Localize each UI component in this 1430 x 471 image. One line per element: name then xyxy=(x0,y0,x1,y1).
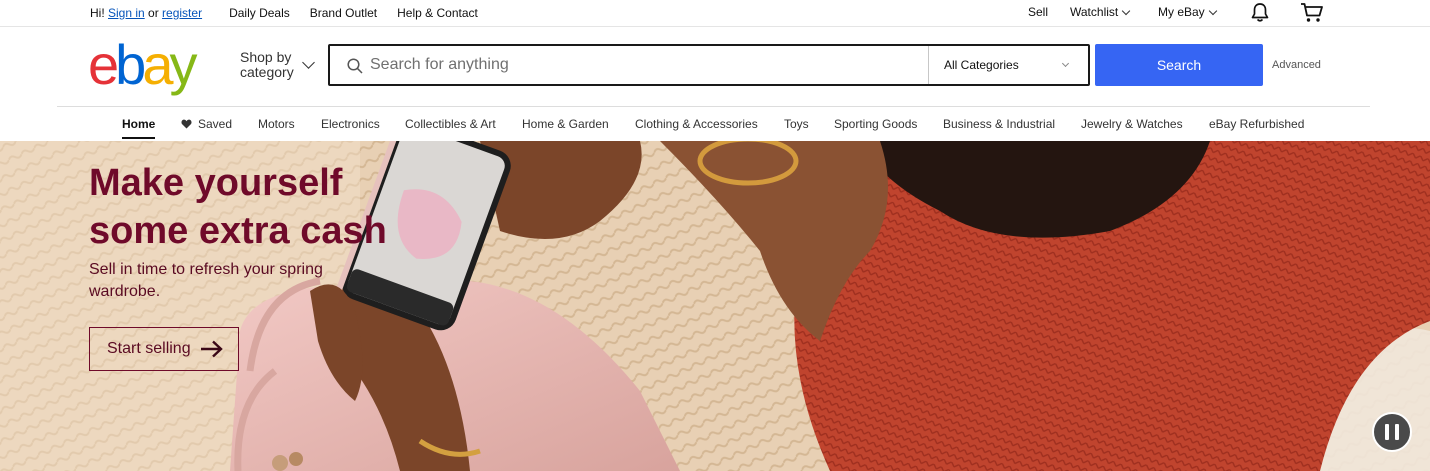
category-label: category xyxy=(240,64,294,80)
greeting: Hi! Sign in or register xyxy=(90,6,202,20)
chevron-down-icon xyxy=(1208,6,1217,15)
pause-icon xyxy=(1395,424,1399,440)
daily-deals-link[interactable]: Daily Deals xyxy=(229,6,290,20)
top-utility-bar: Hi! Sign in or register Daily Deals Bran… xyxy=(0,0,1430,27)
logo-letter-a: a xyxy=(142,33,173,96)
search-button[interactable]: Search xyxy=(1095,44,1263,86)
hero-subtitle: Sell in time to refresh your spring ward… xyxy=(89,261,323,300)
nav-item-saved[interactable]: Saved xyxy=(181,117,232,131)
brand-outlet-link[interactable]: Brand Outlet xyxy=(310,6,377,20)
nav-saved-label: Saved xyxy=(198,117,233,131)
nav-item-business-industrial[interactable]: Business & Industrial xyxy=(943,117,1055,131)
search-input[interactable] xyxy=(370,46,928,84)
greeting-text: Hi! xyxy=(90,6,108,20)
header: ebay Shop by category All Categories Sea… xyxy=(0,28,1430,106)
nav-item-clothing-accessories[interactable]: Clothing & Accessories xyxy=(635,117,758,131)
ebay-logo[interactable]: ebay xyxy=(88,33,197,96)
search-bar: All Categories xyxy=(328,44,1090,86)
logo-letter-b: b xyxy=(115,33,146,96)
nav-item-home[interactable]: Home xyxy=(122,117,156,139)
pause-icon xyxy=(1385,424,1389,440)
nav-item-ebay-refurbished[interactable]: eBay Refurbished xyxy=(1209,117,1304,131)
shop-by-category-button[interactable]: Shop by category xyxy=(240,50,294,80)
chevron-down-icon xyxy=(1061,59,1070,68)
cart-icon[interactable] xyxy=(1300,2,1324,23)
start-selling-button[interactable]: Start selling xyxy=(89,327,239,371)
pause-carousel-button[interactable] xyxy=(1372,412,1412,452)
or-text: or xyxy=(144,6,163,20)
watchlist-menu[interactable]: Watchlist xyxy=(1070,5,1131,19)
logo-letter-e: e xyxy=(88,33,119,96)
chevron-down-icon xyxy=(1121,6,1131,15)
search-icon xyxy=(330,46,370,84)
nav-item-collectibles-art[interactable]: Collectibles & Art xyxy=(405,117,496,131)
sign-in-link[interactable]: Sign in xyxy=(108,6,145,20)
nav-item-jewelry-watches[interactable]: Jewelry & Watches xyxy=(1081,117,1183,131)
my-ebay-menu[interactable]: My eBay xyxy=(1158,5,1217,19)
category-selected-value: All Categories xyxy=(944,58,1019,72)
nav-item-electronics[interactable]: Electronics xyxy=(321,117,380,131)
category-select[interactable]: All Categories xyxy=(928,46,1088,84)
chevron-down-icon[interactable] xyxy=(302,56,315,69)
nav-item-home-garden[interactable]: Home & Garden xyxy=(522,117,609,131)
category-nav: Home Saved Motors Electronics Collectibl… xyxy=(57,106,1370,141)
my-ebay-label: My eBay xyxy=(1158,5,1205,19)
shop-by-label: Shop by xyxy=(240,49,292,65)
register-link[interactable]: register xyxy=(162,6,202,20)
heart-icon xyxy=(181,119,192,129)
nav-item-motors[interactable]: Motors xyxy=(258,117,295,131)
nav-item-toys[interactable]: Toys xyxy=(784,117,809,131)
watchlist-label: Watchlist xyxy=(1070,5,1119,19)
help-contact-link[interactable]: Help & Contact xyxy=(397,6,478,20)
notification-bell-icon[interactable] xyxy=(1250,2,1270,23)
logo-letter-y: y xyxy=(169,33,197,96)
start-selling-label: Start selling xyxy=(107,340,191,357)
top-bar-left: Hi! Sign in or register Daily Deals Bran… xyxy=(90,6,498,20)
sell-link[interactable]: Sell xyxy=(1028,5,1048,19)
hero-title: Make yourself some extra cash xyxy=(89,162,387,252)
arrow-right-icon xyxy=(200,340,223,358)
advanced-search-link[interactable]: Advanced xyxy=(1272,59,1321,71)
hero-banner[interactable]: Make yourself some extra cash Sell in ti… xyxy=(0,141,1430,471)
nav-item-sporting-goods[interactable]: Sporting Goods xyxy=(834,117,917,131)
